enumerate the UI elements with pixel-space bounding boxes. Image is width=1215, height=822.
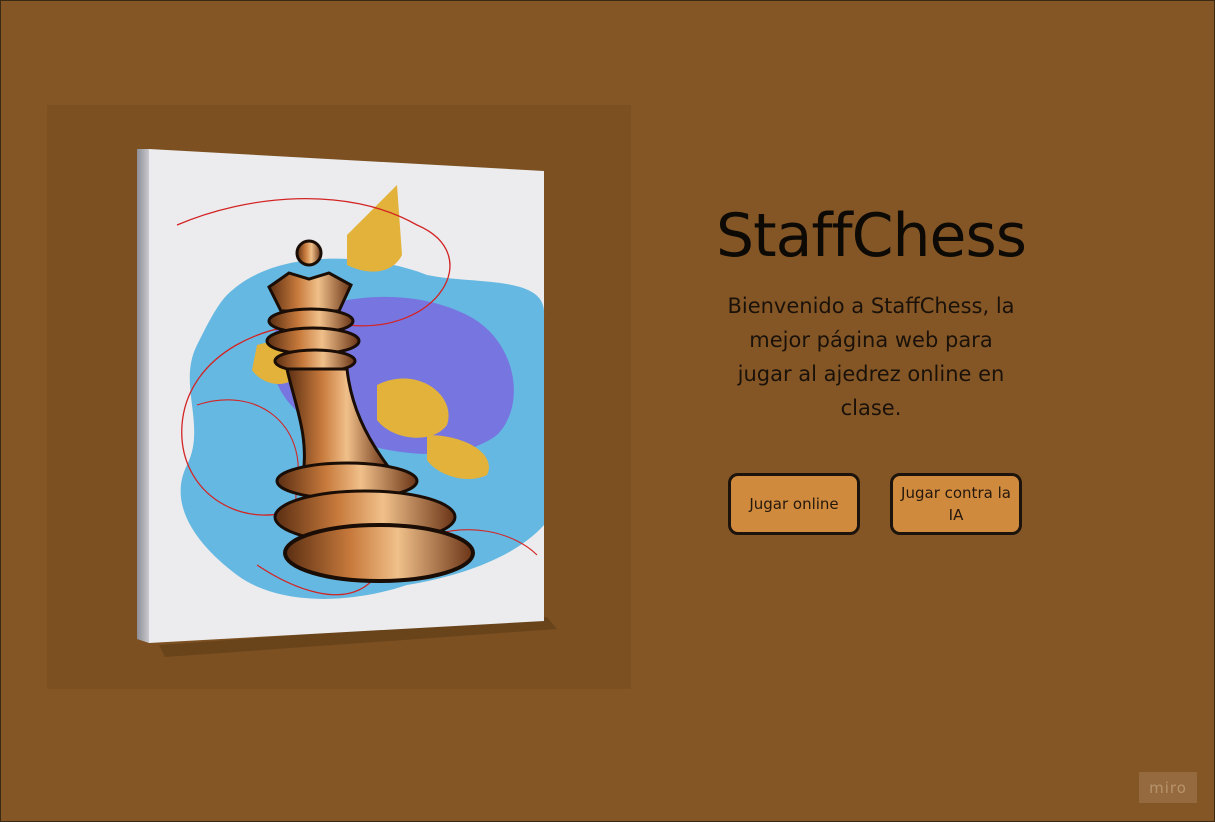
chess-queen-canvas-icon [137,149,557,657]
hero-image [47,105,631,689]
welcome-text: Bienvenido a StaffChess, la mejor página… [727,294,1015,420]
welcome-section: StaffChess Bienvenido a StaffChess, la m… [705,195,1037,425]
play-ai-button[interactable]: Jugar contra la IA [890,473,1022,535]
play-online-button[interactable]: Jugar online [728,473,860,535]
miro-watermark: miro [1139,772,1197,803]
action-buttons: Jugar online Jugar contra la IA [728,473,1022,535]
page-title: StaffChess [716,201,1027,271]
